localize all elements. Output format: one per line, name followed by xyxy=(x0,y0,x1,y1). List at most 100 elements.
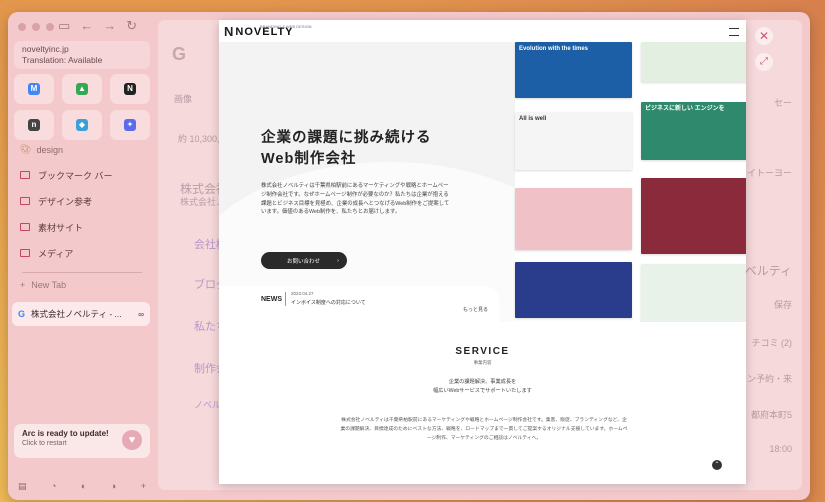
notion-icon: N xyxy=(124,83,136,95)
news-label: NEWS xyxy=(261,296,282,303)
novelty-logo-icon: N xyxy=(224,24,233,39)
favorite-tile[interactable]: ◆ xyxy=(62,110,102,140)
favorite-tile[interactable]: ✦ xyxy=(110,110,150,140)
portfolio-grid: Evolution with the times All is well ビジネスに… xyxy=(515,42,746,322)
portfolio-caption xyxy=(515,262,632,268)
portfolio-thumbnail[interactable]: ビジネスに新しい エンジンを xyxy=(641,102,746,160)
portfolio-caption xyxy=(641,264,746,270)
hero-description: 株式会社ノベルティは千葉県柏駅前にあるマーケティングや戦略とホームページ制作会社… xyxy=(261,183,450,216)
folder-item[interactable]: ブックマーク バー xyxy=(14,162,150,188)
portfolio-thumbnail[interactable] xyxy=(641,264,746,322)
portfolio-thumbnail[interactable] xyxy=(515,262,632,318)
side-label: チコミ (2) xyxy=(751,338,792,348)
forward-icon[interactable]: → xyxy=(103,18,116,34)
news-separator xyxy=(285,292,286,306)
zoom-window-button[interactable] xyxy=(46,23,54,31)
side-label: イトーヨー xyxy=(746,168,792,178)
sidebar-toggle-icon[interactable]: ▭ xyxy=(58,18,70,34)
space-label: 🎨︎ design xyxy=(20,144,63,155)
portfolio-caption: All is well xyxy=(519,116,547,122)
service-body: 株式会社ノベルティは千葉県柏駅前にあるマーケティングや戦略とホームページ制作会社… xyxy=(340,418,628,441)
side-label: セー xyxy=(773,98,792,108)
hero-title: 企業の課題に挑み続ける Web制作会社 xyxy=(261,128,432,170)
library-icon[interactable]: ▤ xyxy=(18,481,27,492)
arrow-right-icon: › xyxy=(337,257,339,264)
expand-peek-icon[interactable]: ⤢ xyxy=(755,53,773,71)
menu-icon[interactable] xyxy=(729,28,739,36)
folder-icon xyxy=(20,171,30,179)
new-tab-label: New Tab xyxy=(31,280,67,290)
portfolio-caption xyxy=(515,188,632,194)
hero-title-line1: 企業の課題に挑み続ける xyxy=(261,130,432,146)
site-header: N NOVELTY BRANDING & WEB DESIGN xyxy=(219,20,746,42)
favorite-tile[interactable]: N xyxy=(110,74,150,104)
portfolio-thumbnail[interactable] xyxy=(641,42,746,82)
folder-list: ブックマーク バー デザイン参考 素材サイト メディア xyxy=(14,162,150,266)
folder-item[interactable]: メディア xyxy=(14,240,150,266)
window-controls xyxy=(18,23,54,31)
news-headline[interactable]: インボイス制度への対応について xyxy=(291,299,366,306)
tab-active[interactable]: G 株式会社ノベルティ - ... ∞ xyxy=(12,302,150,326)
news-more-link[interactable]: もっと見る xyxy=(463,306,488,313)
notion-alt-icon: n xyxy=(28,119,40,131)
audio-icon[interactable]: ∞ xyxy=(138,310,144,319)
ai-sparkle-icon: ✦ xyxy=(124,119,136,131)
side-label: 保存 xyxy=(773,300,792,310)
google-drive-icon: ▲ xyxy=(76,83,88,95)
space-dot-icon-2[interactable]: ◑ xyxy=(111,481,116,492)
reload-icon[interactable]: ↻ xyxy=(126,18,137,34)
space-dot-icon[interactable]: ◐ xyxy=(81,481,86,492)
brand-tagline: BRANDING & WEB DESIGN xyxy=(260,24,312,29)
portfolio-caption: Evolution with the times xyxy=(519,46,589,52)
spaces-icon[interactable]: ◔ xyxy=(51,481,56,492)
side-label: 都府本町5 xyxy=(750,410,792,420)
url-text: noveltyinc.jp xyxy=(22,44,69,54)
site-logo[interactable]: N NOVELTY BRANDING & WEB DESIGN xyxy=(224,24,312,39)
folder-label: メディア xyxy=(38,248,74,259)
service-title: SERVICE xyxy=(455,346,510,357)
favorite-tile[interactable]: ▲ xyxy=(62,74,102,104)
update-notice[interactable]: Arc is ready to update! Click to restart… xyxy=(14,424,150,458)
portfolio-thumbnail[interactable]: All is well xyxy=(515,112,632,170)
favorites-grid: M ▲ Nn ◆ ✦ xyxy=(14,74,150,140)
url-bar[interactable]: noveltyinc.jp Translation: Available xyxy=(14,41,150,69)
service-lead-line1: 企業の課題解決、事業成長を xyxy=(448,379,517,385)
service-lead-line2: 幅広いWebサービスでサポートいたします xyxy=(433,388,532,394)
favorite-tile[interactable]: M xyxy=(14,74,54,104)
back-icon[interactable]: ← xyxy=(80,18,93,34)
heart-icon: ♥ xyxy=(122,430,142,450)
folder-label: デザイン参考 xyxy=(38,196,93,207)
sidebar-footer: ▤ ◔ ◐ ◑ + xyxy=(18,481,146,492)
service-subtitle: 事業内容 xyxy=(473,360,492,365)
news-date: 2023.04.27 xyxy=(291,291,314,296)
translation-status: Translation: Available xyxy=(22,55,103,65)
portfolio-thumbnail[interactable] xyxy=(515,188,632,250)
side-label: イン予約・来 xyxy=(737,374,792,384)
google-logo: G xyxy=(172,44,187,64)
folder-item[interactable]: 素材サイト xyxy=(14,214,150,240)
portfolio-thumbnail[interactable]: Evolution with the times xyxy=(515,42,632,98)
portfolio-thumbnail[interactable] xyxy=(641,178,746,254)
minimize-window-button[interactable] xyxy=(32,23,40,31)
folder-label: 素材サイト xyxy=(38,222,84,233)
folder-item[interactable]: デザイン参考 xyxy=(14,188,150,214)
folder-icon xyxy=(20,249,30,257)
sidebar-divider xyxy=(22,272,142,273)
favorite-tile[interactable]: n xyxy=(14,110,54,140)
new-tab-button[interactable]: + New Tab xyxy=(20,280,66,290)
palette-icon: 🎨︎ xyxy=(20,144,32,154)
add-space-icon[interactable]: + xyxy=(141,481,146,492)
close-peek-icon[interactable]: ✕ xyxy=(755,27,773,45)
portfolio-caption xyxy=(641,178,746,184)
hero-title-line2: Web制作会社 xyxy=(261,151,357,167)
scroll-top-icon[interactable]: ⌃ xyxy=(712,460,722,470)
folder-label: ブックマーク バー xyxy=(38,170,113,181)
hero-section: 企業の課題に挑み続ける Web制作会社 株式会社ノベルティは千葉県柏駅前にあるマ… xyxy=(219,42,515,322)
portfolio-caption: ビジネスに新しい エンジンを xyxy=(645,106,725,112)
plus-icon: + xyxy=(20,280,26,290)
close-window-button[interactable] xyxy=(18,23,26,31)
contact-button[interactable]: お問い合わせ › xyxy=(261,252,347,269)
maps-icon: ◆ xyxy=(76,119,88,131)
google-icon: G xyxy=(18,309,26,319)
folder-icon xyxy=(20,197,30,205)
